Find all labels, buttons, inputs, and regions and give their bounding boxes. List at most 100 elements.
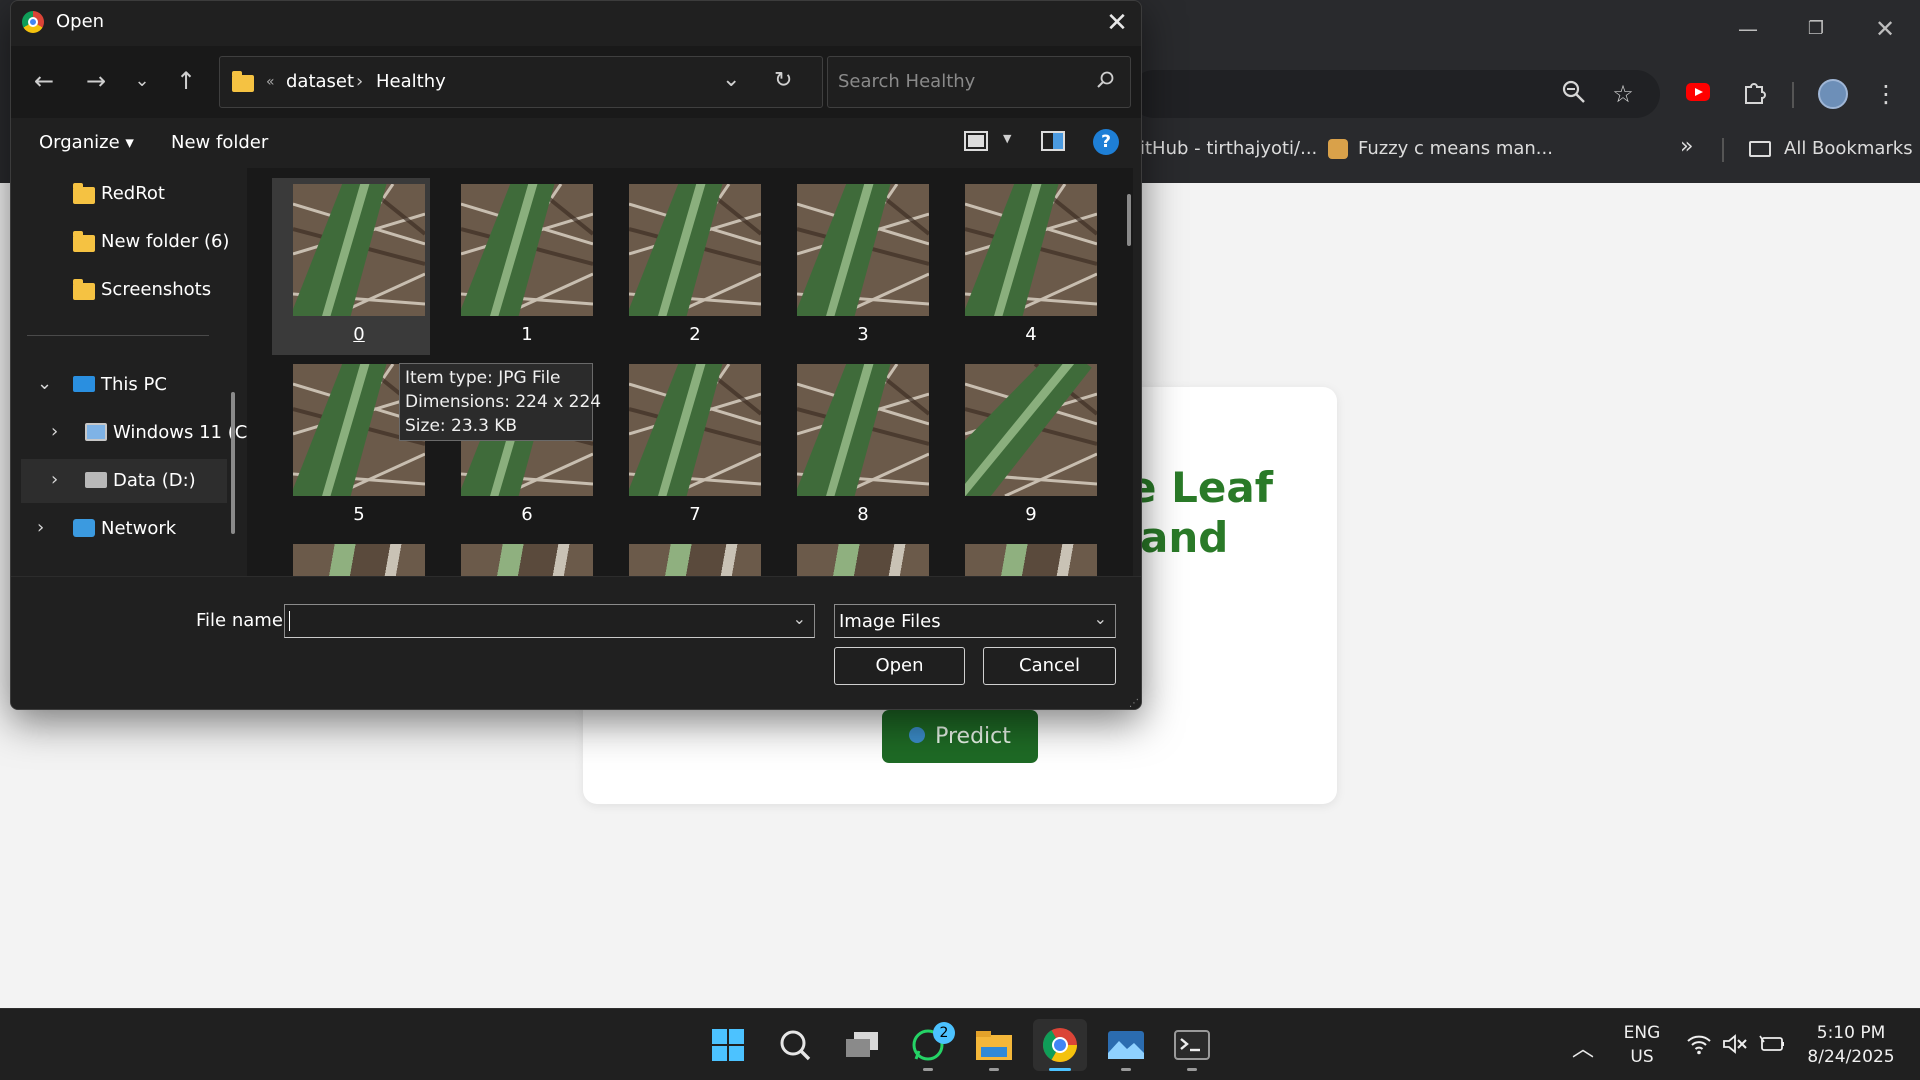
bookmark-github[interactable]: itHub - tirthajyoti/... [1140, 138, 1317, 159]
file-thumbnail[interactable] [629, 544, 761, 576]
dialog-title: Open [56, 11, 105, 32]
nav-item-windows-drive[interactable]: › Windows 11 (C [21, 411, 247, 455]
file-name-label: 7 [689, 504, 701, 525]
forward-arrow-icon[interactable]: → [79, 64, 113, 98]
file-name-field[interactable]: ⌄ [284, 604, 815, 638]
photos-app[interactable] [1099, 1019, 1153, 1071]
nav-item-data-drive[interactable]: › Data (D:) [21, 459, 227, 503]
extensions-puzzle-icon[interactable] [1738, 79, 1770, 109]
new-folder-button[interactable]: New folder [171, 132, 268, 153]
tooltip-size: Size: 23.3 KB [405, 416, 518, 436]
view-dropdown-caret-icon[interactable]: ▼ [1003, 132, 1011, 145]
close-window-button[interactable]: ✕ [1862, 12, 1908, 46]
file-thumbnail[interactable] [797, 544, 929, 576]
nav-item-network[interactable]: › Network [21, 507, 227, 551]
whatsapp-app[interactable]: 2 [901, 1019, 955, 1071]
profile-avatar[interactable] [1818, 79, 1848, 109]
language-line2: US [1630, 1047, 1654, 1067]
file-name-label: 0 [353, 324, 365, 345]
file-thumbnail[interactable] [965, 364, 1097, 496]
file-name-dropdown-chevron-icon[interactable]: ⌄ [793, 609, 806, 628]
wifi-icon[interactable] [1686, 1033, 1712, 1059]
youtube-extension-icon[interactable] [1682, 79, 1714, 109]
file-name-label: File name: [196, 610, 289, 631]
collapsed-chevron-icon[interactable]: › [37, 517, 44, 538]
file-thumbnail[interactable] [797, 184, 929, 316]
folder-icon [232, 71, 254, 92]
preview-pane-icon[interactable] [1041, 131, 1065, 151]
file-name-label: 3 [857, 324, 869, 345]
terminal-app[interactable] [1165, 1019, 1219, 1071]
file-thumbnail[interactable] [629, 364, 761, 496]
minimize-button[interactable]: — [1725, 12, 1771, 46]
address-dropdown-chevron-icon[interactable]: ⌄ [722, 67, 740, 92]
speaker-muted-icon[interactable] [1722, 1033, 1748, 1059]
up-arrow-icon[interactable]: ↑ [169, 64, 203, 98]
language-indicator[interactable]: ENG US [1617, 1021, 1667, 1069]
breadcrumb-dataset[interactable]: dataset [286, 71, 354, 92]
nav-item-this-pc[interactable]: ⌄ This PC [21, 363, 227, 407]
breadcrumb-overflow[interactable]: « [266, 74, 275, 90]
file-name-label: 1 [521, 324, 533, 345]
chrome-app[interactable] [1033, 1019, 1087, 1071]
collapsed-chevron-icon[interactable]: › [51, 421, 58, 442]
pc-icon [73, 376, 95, 392]
nav-pane-scrollbar[interactable] [231, 392, 235, 534]
more-menu-icon[interactable]: ⋮ [1870, 79, 1902, 109]
expanded-chevron-icon[interactable]: ⌄ [37, 373, 52, 394]
battery-icon[interactable] [1758, 1034, 1786, 1058]
refresh-icon[interactable]: ↻ [774, 68, 792, 93]
chrome-icon [1043, 1028, 1077, 1062]
file-thumbnail[interactable] [293, 544, 425, 576]
file-thumbnail[interactable] [293, 184, 425, 316]
view-mode-icon[interactable] [964, 131, 988, 151]
search-box[interactable]: Search Healthy [827, 56, 1131, 108]
bookmark-star-icon[interactable]: ☆ [1607, 79, 1639, 109]
nav-item-redrot[interactable]: RedRot [21, 172, 227, 216]
all-bookmarks-button[interactable]: All Bookmarks [1784, 138, 1913, 159]
file-thumbnail[interactable] [461, 544, 593, 576]
open-button[interactable]: Open [834, 647, 965, 685]
file-thumbnail[interactable] [797, 364, 929, 496]
navigation-pane: RedRot New folder (6) Screenshots ⌄ This… [11, 168, 247, 576]
task-view-button[interactable] [835, 1019, 889, 1071]
address-breadcrumb[interactable]: « dataset › Healthy ⌄ ↻ [219, 56, 823, 108]
more-bookmarks-chevron-icon[interactable]: » [1680, 134, 1693, 159]
collapsed-chevron-icon[interactable]: › [51, 469, 58, 490]
fuzzy-bookmark-icon [1328, 139, 1348, 159]
file-thumbnail[interactable] [965, 184, 1097, 316]
predict-button[interactable]: Predict [882, 710, 1038, 763]
file-thumbnail[interactable] [461, 184, 593, 316]
organize-button[interactable]: Organize ▼ [39, 132, 134, 153]
dialog-navigation-bar: ← → ⌄ ↑ « dataset › Healthy ⌄ ↻ Search H… [11, 46, 1141, 118]
zoom-icon[interactable] [1558, 79, 1590, 109]
nav-item-label: Data (D:) [113, 470, 196, 491]
recent-locations-chevron-icon[interactable]: ⌄ [125, 64, 159, 98]
file-type-select[interactable]: Image Files ⌄ [834, 604, 1116, 638]
help-icon[interactable]: ? [1093, 129, 1119, 155]
search-placeholder: Search Healthy [838, 71, 976, 92]
file-grid-scrollbar[interactable] [1127, 194, 1131, 246]
taskbar-search-button[interactable] [768, 1019, 822, 1071]
dialog-close-button[interactable]: ✕ [1101, 7, 1133, 39]
start-button[interactable] [701, 1019, 755, 1071]
resize-grip-icon[interactable]: ⋰ [1129, 698, 1139, 709]
cancel-button[interactable]: Cancel [983, 647, 1116, 685]
search-icon [1096, 70, 1116, 94]
clock[interactable]: 5:10 PM 8/24/2025 [1802, 1021, 1900, 1069]
file-thumbnail[interactable] [629, 184, 761, 316]
restore-button[interactable]: ❐ [1793, 12, 1839, 46]
dialog-footer: File name: ⌄ Image Files ⌄ Open Cancel ⋰ [11, 576, 1141, 709]
file-type-dropdown-chevron-icon: ⌄ [1093, 609, 1107, 628]
breadcrumb-healthy[interactable]: Healthy [376, 71, 446, 92]
running-indicator [1121, 1068, 1131, 1071]
file-explorer-app[interactable] [967, 1019, 1021, 1071]
show-hidden-icons-chevron-icon[interactable]: ︿ [1572, 1031, 1594, 1063]
page-title-line1: e Leaf [1128, 463, 1273, 512]
file-thumbnail[interactable] [965, 544, 1097, 576]
predict-label: Predict [935, 724, 1011, 749]
back-arrow-icon[interactable]: ← [27, 64, 61, 98]
bookmark-fuzzy[interactable]: Fuzzy c means man... [1358, 138, 1553, 159]
nav-item-new-folder-6[interactable]: New folder (6) [21, 220, 229, 264]
nav-item-screenshots[interactable]: Screenshots [21, 268, 227, 312]
